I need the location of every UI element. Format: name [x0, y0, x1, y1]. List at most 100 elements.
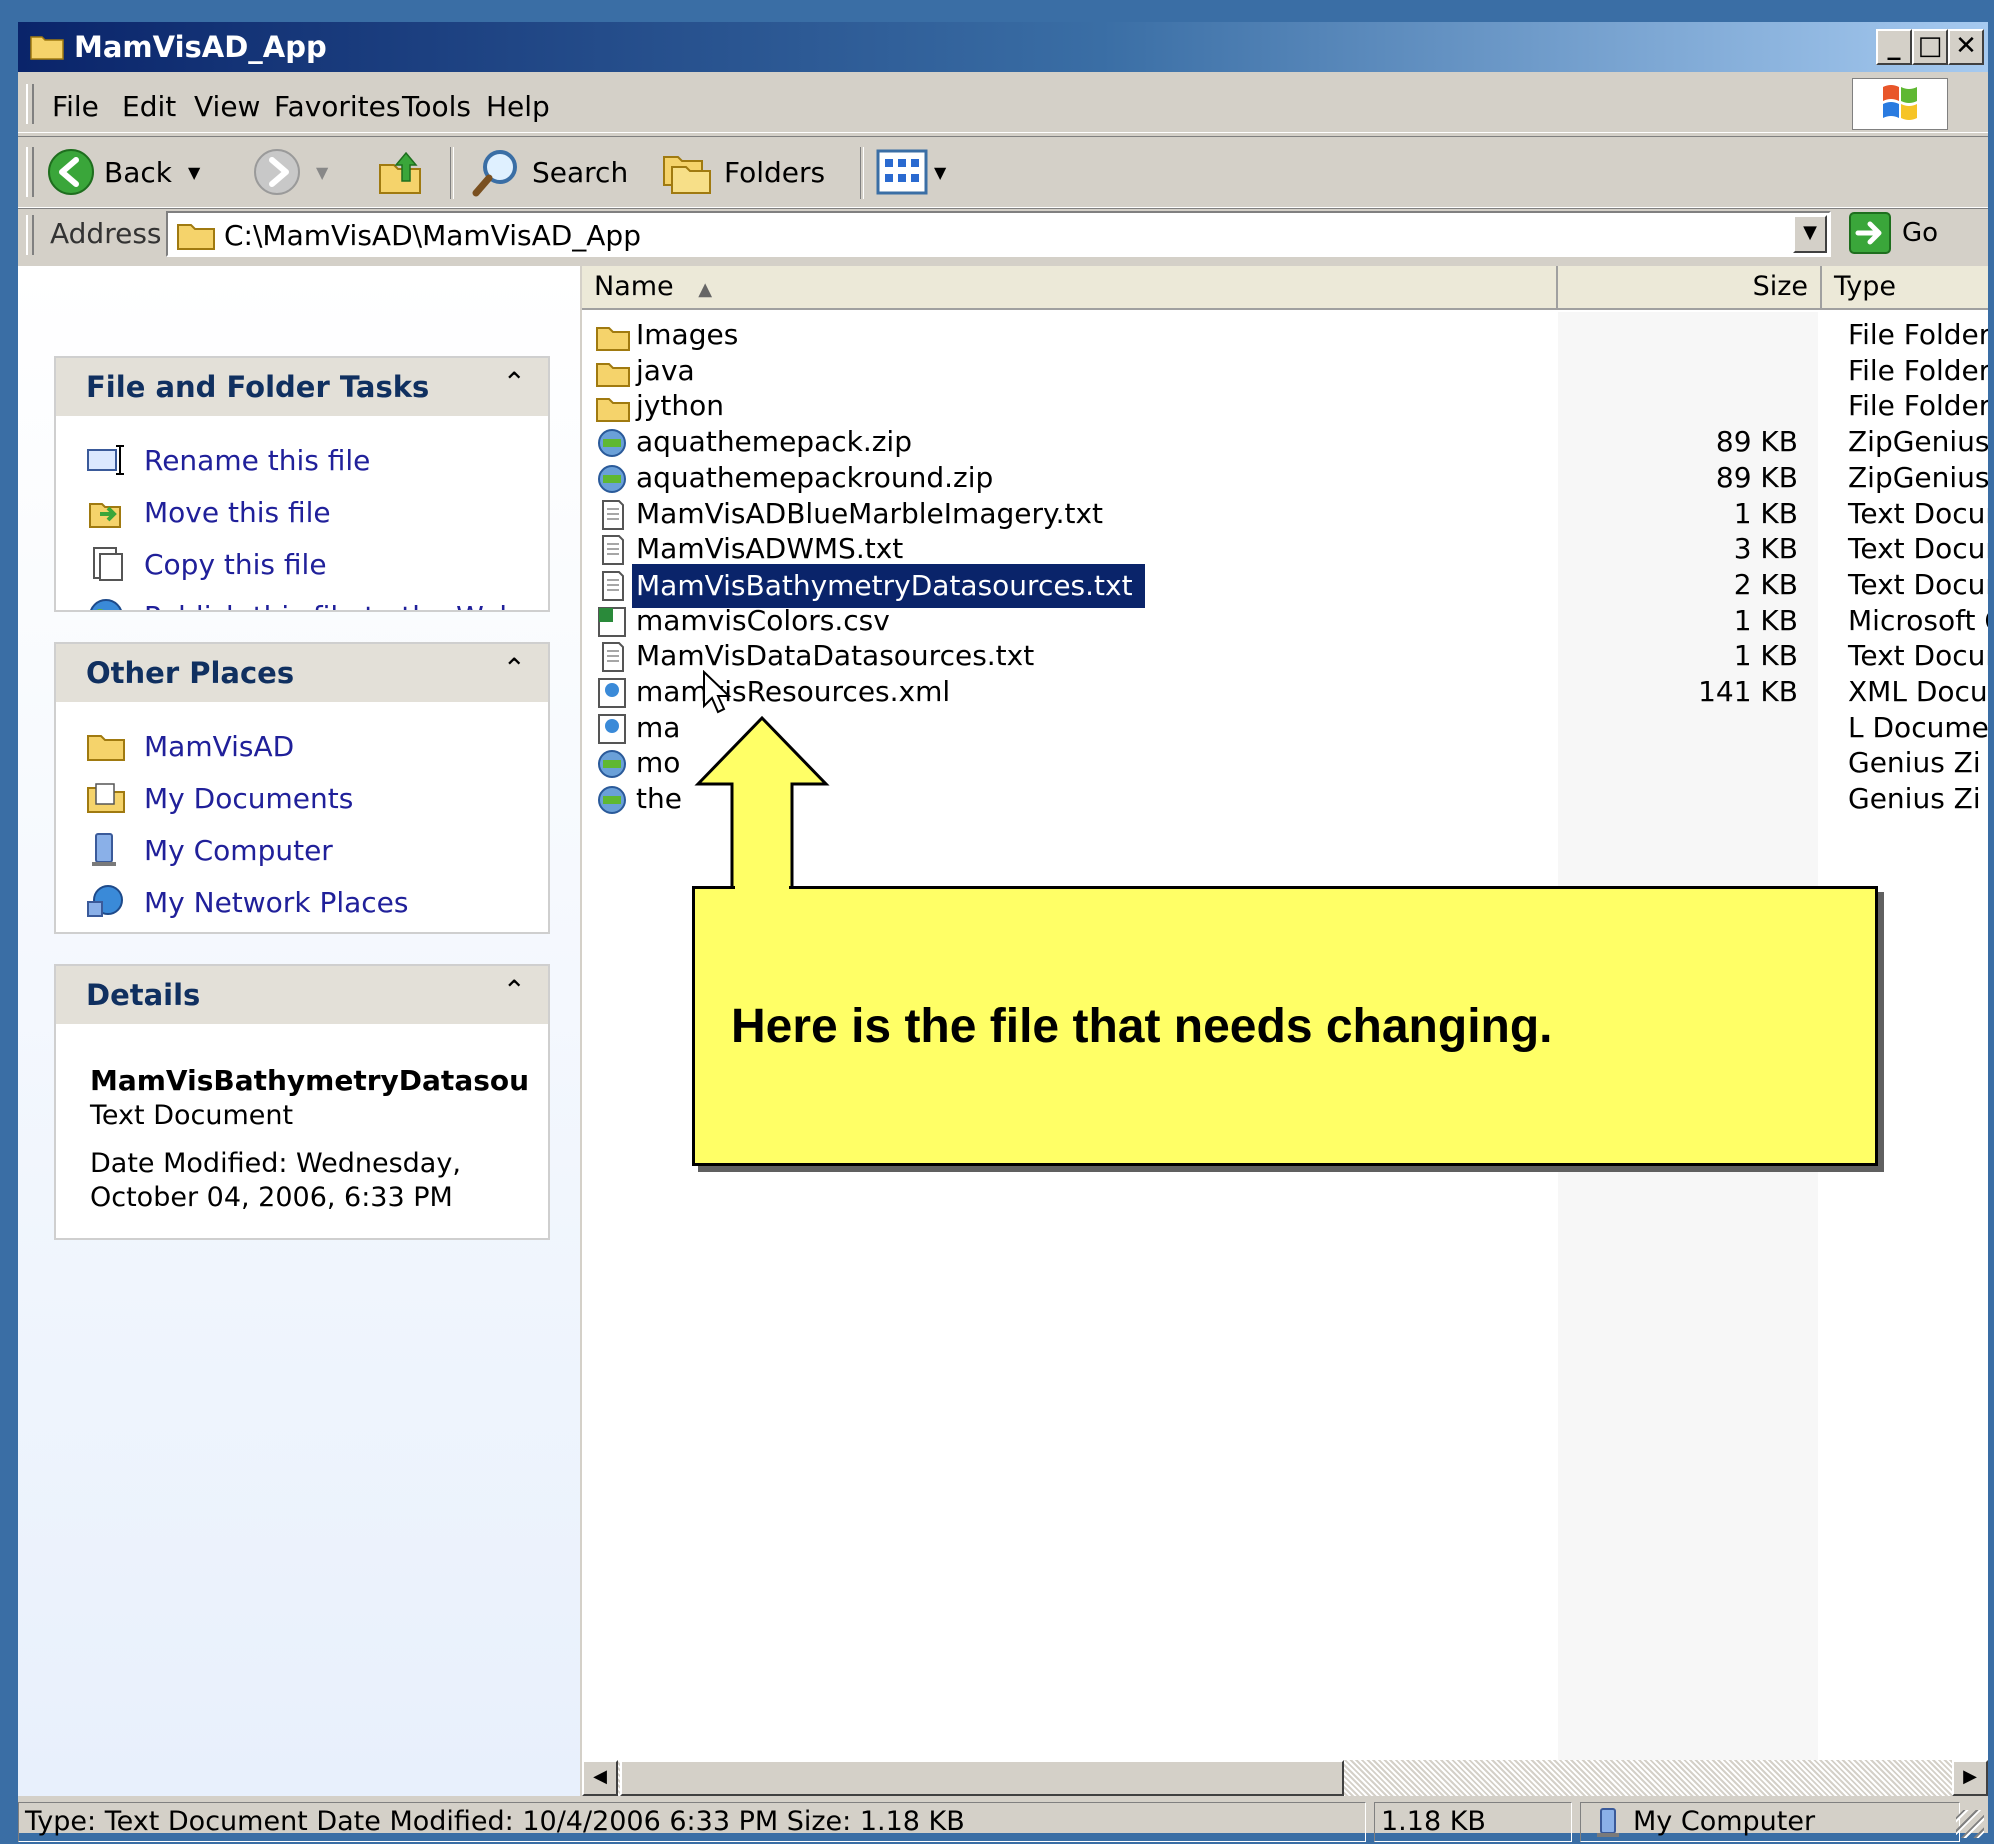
details-panel: Details ⌃ MamVisBathymetryDatasou Text D… [54, 964, 550, 1240]
column-size-label: Size [1752, 271, 1808, 302]
menu-view[interactable]: View [194, 90, 260, 123]
go-arrow-icon [1849, 212, 1891, 254]
menu-file[interactable]: File [52, 90, 99, 123]
horizontal-scrollbar[interactable]: ◀ ▶ [582, 1760, 1988, 1796]
task-label: Move this file [144, 495, 331, 529]
minimize-button[interactable]: _ [1876, 29, 1912, 65]
collapse-chevron-icon[interactable]: ⌃ [503, 366, 526, 399]
toolbar: Back ▼ ▼ Search Folders ▼ [18, 136, 1988, 208]
scroll-right-button[interactable]: ▶ [1952, 1760, 1988, 1796]
network-places-icon [87, 885, 123, 917]
address-input[interactable]: C:\MamVisAD\MamVisAD_App ▼ [166, 211, 1831, 257]
resize-grip[interactable] [1956, 1810, 1984, 1838]
file-size: 1 KB [1733, 496, 1798, 530]
place-label: My Computer [144, 833, 333, 867]
file-type: Text Docume [1848, 567, 1988, 601]
up-folder-button[interactable] [376, 147, 426, 197]
maximize-button[interactable]: □ [1912, 29, 1948, 65]
views-button[interactable]: ▼ [876, 147, 946, 197]
my-computer-icon [1597, 1808, 1619, 1837]
status-zone-label: My Computer [1633, 1806, 1816, 1837]
status-size: 1.18 KB [1374, 1802, 1572, 1842]
go-label: Go [1902, 218, 1939, 248]
file-size: 2 KB [1733, 567, 1798, 601]
menu-help[interactable]: Help [486, 90, 550, 123]
title-bar[interactable]: MamVisAD_App _ □ ✕ [18, 22, 1988, 72]
windows-logo [1852, 78, 1948, 130]
file-folder-tasks-header[interactable]: File and Folder Tasks ⌃ [56, 358, 548, 416]
column-header-name[interactable]: Name ▲ [582, 266, 1558, 310]
other-places-header[interactable]: Other Places ⌃ [56, 644, 548, 702]
file-name: MamVisDataDatasources.txt [636, 639, 1035, 673]
task-pane: File and Folder Tasks ⌃ Rename this file… [18, 266, 580, 1796]
text-file-icon [602, 499, 624, 530]
column-header-type[interactable]: Type [1822, 266, 1988, 310]
address-label: Address [50, 217, 162, 250]
toolbar-grip[interactable] [26, 147, 34, 197]
menu-grip[interactable] [26, 84, 34, 124]
file-name: mo [636, 746, 681, 780]
menu-favorites[interactable]: Favorites [274, 90, 400, 123]
go-button[interactable]: Go [1848, 211, 1938, 255]
task-publish-web[interactable]: Publish this file to the Web [86, 598, 517, 610]
file-name: the [636, 782, 682, 816]
collapse-chevron-icon[interactable]: ⌃ [503, 652, 526, 685]
scrollbar-thumb[interactable] [620, 1760, 1344, 1796]
status-bar: Type: Text Document Date Modified: 10/4/… [18, 1800, 1988, 1844]
back-dropdown-icon[interactable]: ▼ [188, 163, 200, 182]
up-folder-icon [379, 151, 421, 194]
close-button[interactable]: ✕ [1948, 29, 1984, 65]
other-places-panel: Other Places ⌃ MamVisAD My Documents My … [54, 642, 550, 934]
file-type: Genius Zi [1848, 782, 1981, 816]
zip-icon [598, 464, 626, 493]
task-copy[interactable]: Copy this file [86, 546, 327, 582]
menu-tools[interactable]: Tools [402, 90, 471, 123]
mouse-cursor-icon [703, 670, 732, 714]
column-header-size[interactable]: Size [1558, 266, 1822, 310]
panel-title: File and Folder Tasks [86, 370, 430, 404]
rename-icon [87, 445, 124, 475]
callout-box: Here is the file that needs changing. [692, 886, 1878, 1166]
place-my-computer[interactable]: My Computer [86, 832, 333, 868]
folder-icon [177, 224, 215, 250]
address-grip[interactable] [26, 215, 34, 255]
task-move[interactable]: Move this file [86, 494, 331, 530]
scroll-left-button[interactable]: ◀ [582, 1760, 618, 1796]
file-name: mamvisResources.xml [636, 675, 951, 708]
panel-title: Other Places [86, 656, 295, 690]
views-dropdown-icon[interactable]: ▼ [934, 163, 946, 182]
text-file-icon [602, 570, 624, 601]
place-mamvisad[interactable]: MamVisAD [86, 728, 294, 764]
forward-arrow-icon [254, 149, 300, 195]
zip-icon [598, 429, 626, 458]
search-button[interactable]: Search [468, 147, 628, 197]
text-file-icon [602, 642, 624, 673]
forward-dropdown-icon[interactable]: ▼ [316, 163, 328, 182]
forward-button[interactable]: ▼ [252, 147, 328, 197]
search-label: Search [532, 155, 629, 189]
file-name: jython [636, 389, 724, 423]
back-button[interactable]: Back ▼ [46, 147, 200, 197]
callout-joint [735, 884, 789, 890]
address-dropdown-button[interactable]: ▼ [1793, 215, 1827, 253]
file-type: File Folder [1848, 318, 1988, 351]
file-type: Text Docume [1848, 639, 1988, 673]
details-header[interactable]: Details ⌃ [56, 966, 548, 1024]
address-bar: Address C:\MamVisAD\MamVisAD_App ▼ Go [18, 208, 1988, 261]
file-size: 89 KB [1715, 460, 1798, 494]
place-my-documents[interactable]: My Documents [86, 780, 353, 816]
menu-edit[interactable]: Edit [122, 90, 176, 123]
file-type: ZipGenius Zi [1848, 460, 1988, 494]
folder-icon [87, 735, 125, 761]
file-folder-tasks-panel: File and Folder Tasks ⌃ Rename this file… [54, 356, 550, 612]
task-label: Copy this file [144, 547, 327, 581]
collapse-chevron-icon[interactable]: ⌃ [503, 974, 526, 1007]
folders-button[interactable]: Folders [660, 147, 825, 197]
details-date-line1: Date Modified: Wednesday, [90, 1148, 461, 1179]
folders-icon [663, 156, 711, 194]
task-rename[interactable]: Rename this file [86, 442, 370, 478]
file-size: 89 KB [1715, 425, 1798, 459]
place-network[interactable]: My Network Places [86, 884, 408, 920]
file-type: L Docume [1848, 710, 1988, 744]
folder-icon [596, 327, 630, 351]
